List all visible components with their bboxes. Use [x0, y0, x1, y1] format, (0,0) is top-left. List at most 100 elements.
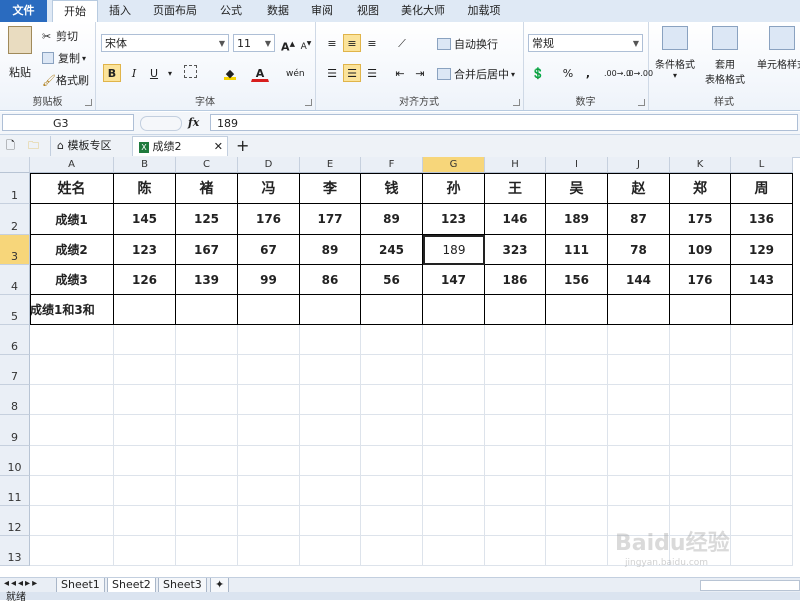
- sheet-tab-Sheet2[interactable]: Sheet2: [107, 578, 156, 593]
- sheet-tab-Sheet1[interactable]: Sheet1: [56, 578, 105, 593]
- ribbon-tab-3[interactable]: 页面布局: [145, 0, 205, 22]
- cell-G5[interactable]: [423, 295, 485, 325]
- row-header-13[interactable]: 13: [0, 536, 30, 566]
- cell-L13[interactable]: [731, 536, 793, 566]
- cell-J1[interactable]: 赵: [608, 173, 670, 204]
- cell-H1[interactable]: 王: [485, 173, 546, 204]
- cell-L4[interactable]: 143: [731, 265, 793, 295]
- folder-icon[interactable]: 🗀: [28, 136, 39, 156]
- cell-H13[interactable]: [485, 536, 546, 566]
- cell-G10[interactable]: [423, 446, 485, 476]
- cell-E4[interactable]: 86: [300, 265, 361, 295]
- ribbon-tab-5[interactable]: 数据: [258, 0, 298, 22]
- row-header-3[interactable]: 3: [0, 235, 30, 265]
- cell-H2[interactable]: 146: [485, 204, 546, 235]
- select-all-corner[interactable]: [0, 157, 30, 173]
- cell-L3[interactable]: 129: [731, 235, 793, 265]
- cell-D13[interactable]: [238, 536, 300, 566]
- cell-I11[interactable]: [546, 476, 608, 506]
- cell-B3[interactable]: 123: [114, 235, 176, 265]
- cell-G11[interactable]: [423, 476, 485, 506]
- cell-A9[interactable]: [30, 415, 114, 446]
- cell-H8[interactable]: [485, 385, 546, 415]
- chevron-down-icon[interactable]: ▾: [161, 64, 179, 82]
- cell-J4[interactable]: 144: [608, 265, 670, 295]
- row-header-5[interactable]: 5: [0, 295, 30, 325]
- cell-E10[interactable]: [300, 446, 361, 476]
- cell-J10[interactable]: [608, 446, 670, 476]
- cell-E5[interactable]: [300, 295, 361, 325]
- border-button[interactable]: [181, 64, 199, 82]
- align-center-icon[interactable]: ☰: [343, 64, 361, 82]
- cell-A6[interactable]: [30, 325, 114, 355]
- cell-styles-button[interactable]: 单元格样式: [752, 26, 800, 71]
- cell-C1[interactable]: 褚: [176, 173, 238, 204]
- cell-J11[interactable]: [608, 476, 670, 506]
- cell-E13[interactable]: [300, 536, 361, 566]
- alignment-launcher-icon[interactable]: [513, 99, 520, 106]
- increase-indent-icon[interactable]: ⇥: [411, 64, 429, 82]
- conditional-format-button[interactable]: 条件格式 ▾: [652, 26, 698, 80]
- cell-F10[interactable]: [361, 446, 423, 476]
- row-header-12[interactable]: 12: [0, 506, 30, 536]
- cell-B10[interactable]: [114, 446, 176, 476]
- cell-J9[interactable]: [608, 415, 670, 446]
- cell-K2[interactable]: 175: [670, 204, 731, 235]
- row-header-9[interactable]: 9: [0, 415, 30, 446]
- cell-G2[interactable]: 123: [423, 204, 485, 235]
- sheet-nav-arrows-icon[interactable]: ◂◂◂▸▸: [4, 578, 39, 589]
- cell-L8[interactable]: [731, 385, 793, 415]
- column-header-D[interactable]: D: [238, 157, 300, 173]
- copy-button[interactable]: 复制 ▾: [42, 50, 86, 66]
- cell-G6[interactable]: [423, 325, 485, 355]
- column-header-F[interactable]: F: [361, 157, 423, 173]
- clipboard-launcher-icon[interactable]: [85, 99, 92, 106]
- cell-K7[interactable]: [670, 355, 731, 385]
- cell-J2[interactable]: 87: [608, 204, 670, 235]
- cell-D6[interactable]: [238, 325, 300, 355]
- cell-H9[interactable]: [485, 415, 546, 446]
- cell-E9[interactable]: [300, 415, 361, 446]
- cell-A10[interactable]: [30, 446, 114, 476]
- cell-B12[interactable]: [114, 506, 176, 536]
- row-header-6[interactable]: 6: [0, 325, 30, 355]
- cell-D10[interactable]: [238, 446, 300, 476]
- cell-C9[interactable]: [176, 415, 238, 446]
- cell-I7[interactable]: [546, 355, 608, 385]
- cell-K3[interactable]: 109: [670, 235, 731, 265]
- comma-button[interactable]: ,: [579, 64, 597, 82]
- number-format-select[interactable]: 常规 ▼: [528, 34, 643, 52]
- cell-A4[interactable]: 成绩3: [30, 265, 114, 295]
- cell-L11[interactable]: [731, 476, 793, 506]
- format-as-table-button[interactable]: 套用 表格格式: [700, 26, 750, 86]
- cell-F12[interactable]: [361, 506, 423, 536]
- ribbon-tab-8[interactable]: 美化大师: [392, 0, 454, 22]
- cell-F13[interactable]: [361, 536, 423, 566]
- cell-I12[interactable]: [546, 506, 608, 536]
- cell-H5[interactable]: [485, 295, 546, 325]
- row-header-7[interactable]: 7: [0, 355, 30, 385]
- italic-button[interactable]: I: [125, 64, 143, 82]
- wrap-text-button[interactable]: 自动换行: [437, 36, 498, 52]
- shrink-font-button[interactable]: A▼: [297, 34, 315, 52]
- cell-F4[interactable]: 56: [361, 265, 423, 295]
- cell-D1[interactable]: 冯: [238, 173, 300, 204]
- cell-L6[interactable]: [731, 325, 793, 355]
- merge-center-button[interactable]: 合并后居中 ▾: [437, 66, 515, 82]
- cell-D11[interactable]: [238, 476, 300, 506]
- ribbon-tab-7[interactable]: 视图: [348, 0, 388, 22]
- cell-I13[interactable]: [546, 536, 608, 566]
- currency-icon[interactable]: 💲: [529, 64, 547, 82]
- cell-A8[interactable]: [30, 385, 114, 415]
- cell-L1[interactable]: 周: [731, 173, 793, 204]
- horizontal-scrollbar[interactable]: [700, 580, 800, 591]
- add-tab-button[interactable]: +: [236, 136, 249, 156]
- column-header-J[interactable]: J: [608, 157, 670, 173]
- cell-A2[interactable]: 成绩1: [30, 204, 114, 235]
- align-bottom-icon[interactable]: ≡: [363, 34, 381, 52]
- format-painter-button[interactable]: 🖌 格式刷: [42, 72, 89, 88]
- cell-E6[interactable]: [300, 325, 361, 355]
- cell-I8[interactable]: [546, 385, 608, 415]
- name-box[interactable]: G3: [2, 114, 134, 131]
- cell-L9[interactable]: [731, 415, 793, 446]
